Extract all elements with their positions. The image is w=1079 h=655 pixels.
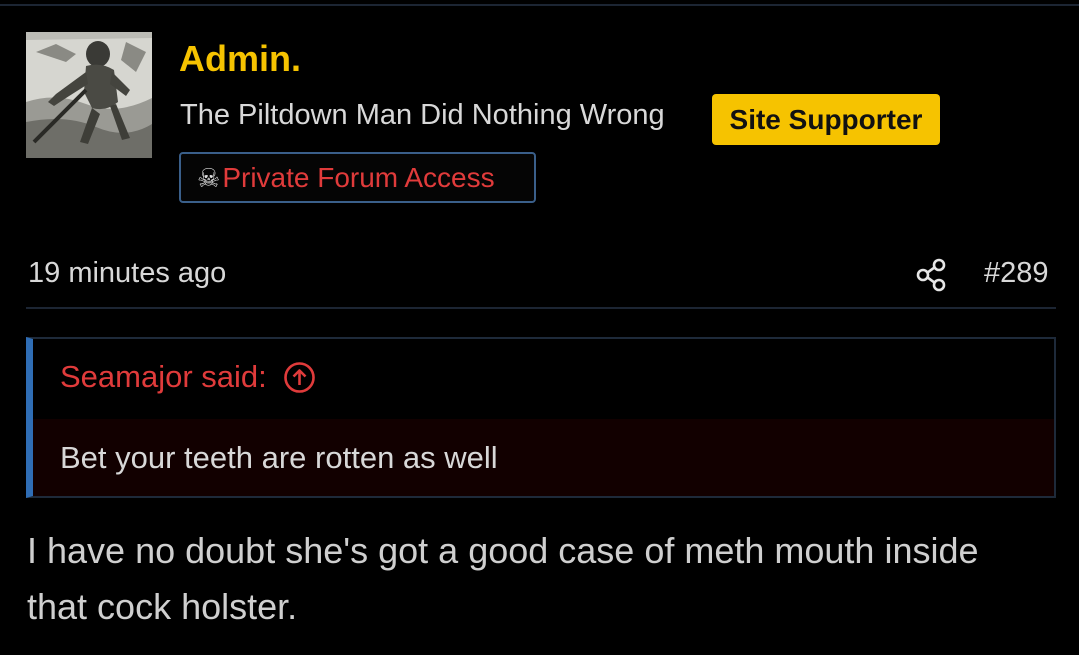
avatar-image xyxy=(26,32,152,158)
post-body: I have no doubt she's got a good case of… xyxy=(27,530,979,627)
private-forum-access-label: Private Forum Access xyxy=(222,161,495,193)
top-border xyxy=(0,0,1079,6)
share-icon[interactable] xyxy=(915,257,949,293)
arrow-up-circle-icon[interactable] xyxy=(283,361,316,394)
post-number-link[interactable]: #289 xyxy=(984,257,1049,290)
quote-author[interactable]: Seamajor said: xyxy=(60,359,267,395)
user-title: The Piltdown Man Did Nothing Wrong xyxy=(180,99,665,131)
post-timestamp[interactable]: 19 minutes ago xyxy=(28,257,226,290)
quote-text: Bet your teeth are rotten as well xyxy=(60,440,498,475)
quote-header[interactable]: Seamajor said: xyxy=(60,359,316,395)
meta-divider xyxy=(26,307,1056,309)
avatar[interactable] xyxy=(26,32,152,158)
quote-block: Seamajor said: Bet your teeth are rotten… xyxy=(26,337,1056,498)
username[interactable]: Admin. xyxy=(179,38,301,80)
site-supporter-badge: Site Supporter xyxy=(712,94,940,145)
private-forum-access-badge: ☠ Private Forum Access xyxy=(179,152,536,203)
skull-and-crossbones-icon: ☠ xyxy=(197,162,221,193)
quote-content: Bet your teeth are rotten as well xyxy=(33,419,1054,496)
